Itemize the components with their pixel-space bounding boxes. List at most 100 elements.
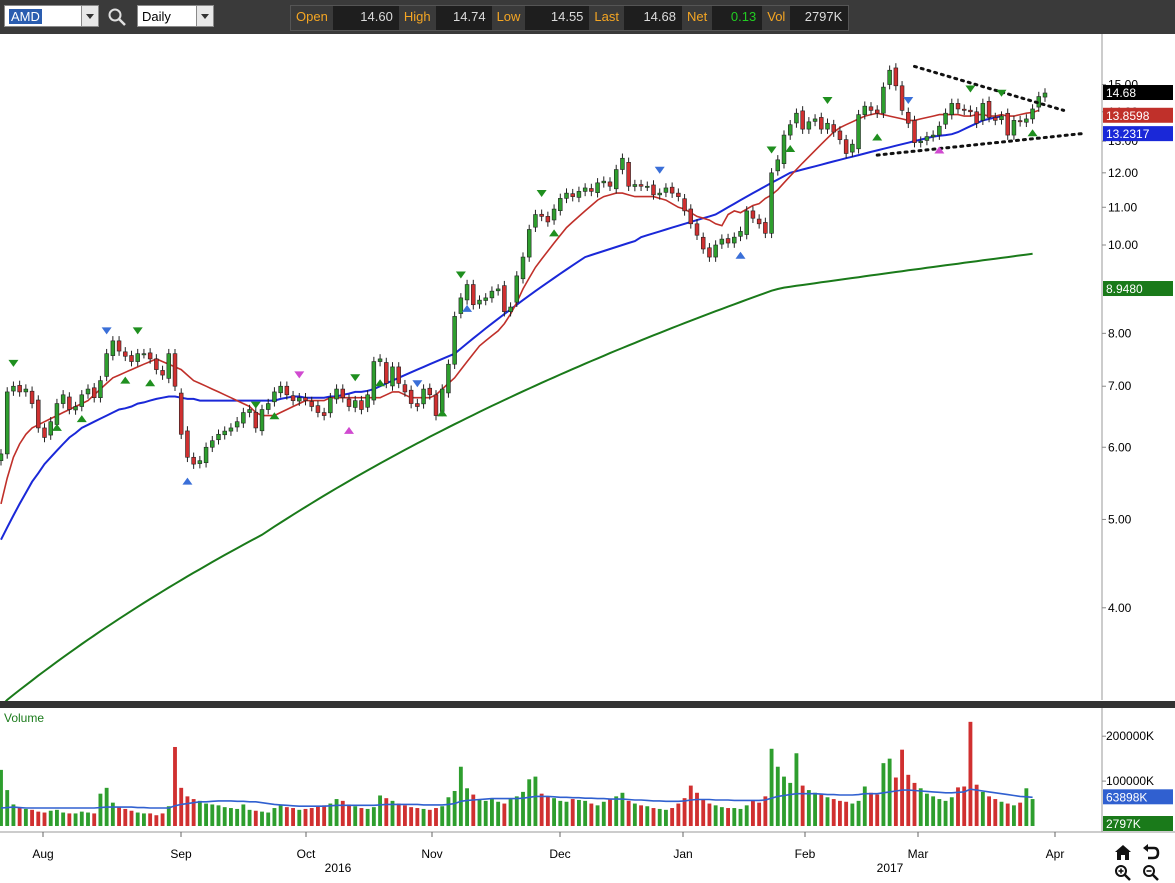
candle — [4, 387, 10, 459]
volume-label-ma_long: 2797K — [1103, 816, 1173, 831]
volume-bar — [552, 798, 556, 826]
period-combo[interactable]: Daily — [137, 5, 214, 27]
volume-bar — [253, 810, 258, 826]
symbol-dropdown-icon[interactable] — [81, 6, 98, 26]
x-tick-label: Nov — [421, 847, 442, 861]
x-tick-label: Dec — [549, 847, 570, 861]
candle-body — [551, 208, 557, 221]
candle-body — [899, 85, 905, 111]
candle-body — [197, 460, 203, 464]
volume-bar — [322, 805, 327, 826]
volume-bar — [844, 801, 849, 826]
volume-bar — [297, 809, 302, 826]
volume-bar — [415, 808, 420, 826]
symbol-input[interactable]: AMD — [9, 9, 42, 24]
volume-bar — [626, 800, 631, 826]
candle-body — [309, 401, 314, 407]
volume-bar — [210, 804, 215, 826]
volume-bar — [980, 791, 985, 826]
candle-body — [638, 184, 644, 187]
candle-body — [663, 187, 669, 193]
candle-body — [241, 412, 246, 424]
volume-bar — [521, 791, 525, 826]
candle-body — [98, 380, 103, 398]
symbol-combo[interactable]: AMD — [4, 5, 99, 27]
candle-body — [974, 111, 979, 124]
candle-body — [48, 421, 53, 436]
price-tick-label: 4.00 — [1108, 601, 1132, 615]
volume-bar — [434, 808, 438, 826]
candle — [769, 168, 774, 239]
price-label-ma_mid: 13.2317 — [1103, 126, 1173, 142]
candle-body — [943, 112, 948, 125]
candle-body — [620, 157, 625, 170]
candle-body — [669, 186, 675, 194]
search-icon[interactable] — [106, 6, 128, 28]
candle-body — [489, 290, 495, 299]
candle-body — [1005, 112, 1010, 136]
candle-body — [613, 169, 619, 190]
volume-bar — [409, 807, 414, 826]
volume-bar — [968, 721, 973, 826]
candle-body — [1017, 120, 1023, 123]
candle-body — [874, 109, 880, 114]
volume-bar — [1005, 803, 1010, 826]
candle-body — [819, 117, 824, 130]
candle-body — [36, 399, 41, 429]
quote-value-low: 14.55 — [525, 6, 590, 30]
candle-body — [862, 105, 868, 115]
candle-body — [831, 124, 836, 133]
candle-body — [843, 139, 849, 154]
volume-bar — [446, 797, 451, 826]
volume-bar — [931, 796, 936, 826]
candle-body — [352, 400, 358, 408]
volume-title: Volume — [4, 711, 44, 725]
candle-body — [29, 390, 35, 404]
candle-body — [918, 140, 923, 143]
volume-bar — [751, 800, 755, 826]
candle-body — [147, 352, 153, 360]
candle-body — [297, 397, 302, 402]
volume-bar — [465, 788, 469, 826]
volume-bar — [688, 785, 693, 826]
price-tick-label: 10.00 — [1108, 238, 1138, 252]
volume-bar — [67, 813, 72, 826]
volume-tick-label: 200000K — [1106, 729, 1154, 743]
volume-bar — [483, 800, 488, 826]
volume-bar — [999, 801, 1004, 826]
candle-body — [713, 244, 718, 258]
volume-bar — [17, 807, 22, 826]
quote-value-vol: 2797K — [790, 6, 849, 30]
candle-body — [315, 405, 321, 413]
pane-divider[interactable] — [0, 701, 1175, 708]
volume-bar — [570, 799, 575, 826]
candle-body — [682, 198, 687, 212]
candle-body — [688, 208, 694, 225]
volume-bar — [98, 793, 103, 826]
candle — [502, 280, 507, 317]
candle-body — [657, 192, 662, 196]
candle-body — [210, 440, 215, 448]
candle-body — [763, 222, 768, 234]
chart-area[interactable]: 4.005.006.007.008.0010.0011.0012.0013.00… — [0, 34, 1175, 883]
volume-label-volume_avg: 63898K — [1103, 789, 1173, 805]
quote-label-net: Net — [682, 6, 713, 30]
volume-bar — [23, 808, 28, 826]
volume-bar — [272, 808, 277, 826]
volume-bar — [726, 808, 730, 826]
price-tick-label: 5.00 — [1108, 512, 1132, 526]
period-dropdown-icon[interactable] — [196, 6, 213, 26]
volume-tick-label: 100000K — [1106, 774, 1154, 788]
volume-bar — [639, 805, 643, 826]
candle-body — [415, 403, 420, 407]
candle-body — [191, 456, 196, 465]
candle-body — [396, 366, 401, 384]
volume-bar — [79, 811, 84, 826]
price-label-text: 13.2317 — [1106, 127, 1150, 141]
volume-bar — [229, 808, 233, 826]
volume-bar — [148, 813, 153, 826]
home-button[interactable] — [1114, 844, 1132, 861]
candle — [166, 348, 172, 384]
candle-body — [1030, 108, 1035, 120]
volume-bar — [266, 812, 271, 826]
